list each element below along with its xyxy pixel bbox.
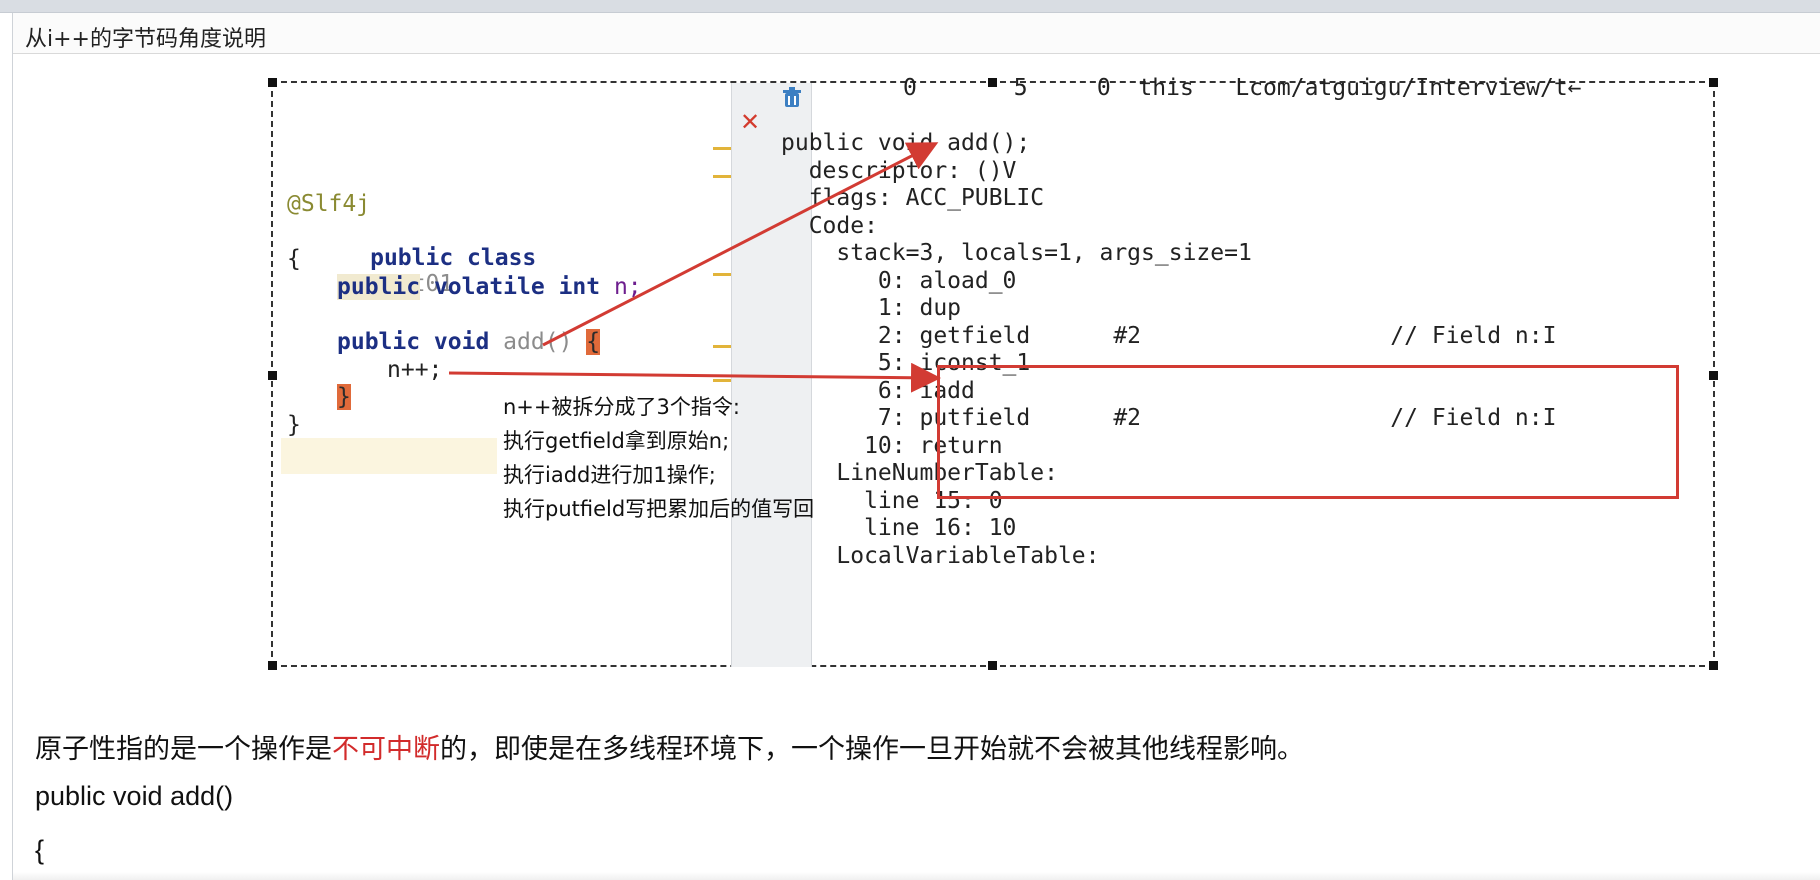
window-top-strip [0,0,1820,13]
document-title: 从i++的字节码角度说明 [25,27,266,52]
paragraph-emphasis: 不可中断 [332,734,440,765]
arrow-method-to-signature [542,142,939,347]
document-header: 从i++的字节码角度说明 [13,13,1820,54]
embedded-screenshot[interactable]: ✕ @Slf4j public class Test01 { public vo… [268,75,1718,670]
code-snippet-line: { [35,835,45,865]
annotation-arrows [448,142,941,393]
document-area: 从i++的字节码角度说明 ✕ @Slf4j public class {pub… [12,13,1820,880]
paragraph-text: 原子性指的是一个操作是 [35,734,332,765]
atomicity-paragraph: 原子性指的是一个操作是不可中断的，即使是在多线程环境下，一个操作一旦开始就不会被… [35,727,1304,766]
bottom-fade [13,872,1820,880]
arrow-statement-to-instructions [448,362,941,393]
code-snippet-line: public void add() [35,781,234,811]
paragraph-text: 的，即使是在多线程环境下，一个操作一旦开始就不会被其他线程影响。 [440,734,1304,765]
